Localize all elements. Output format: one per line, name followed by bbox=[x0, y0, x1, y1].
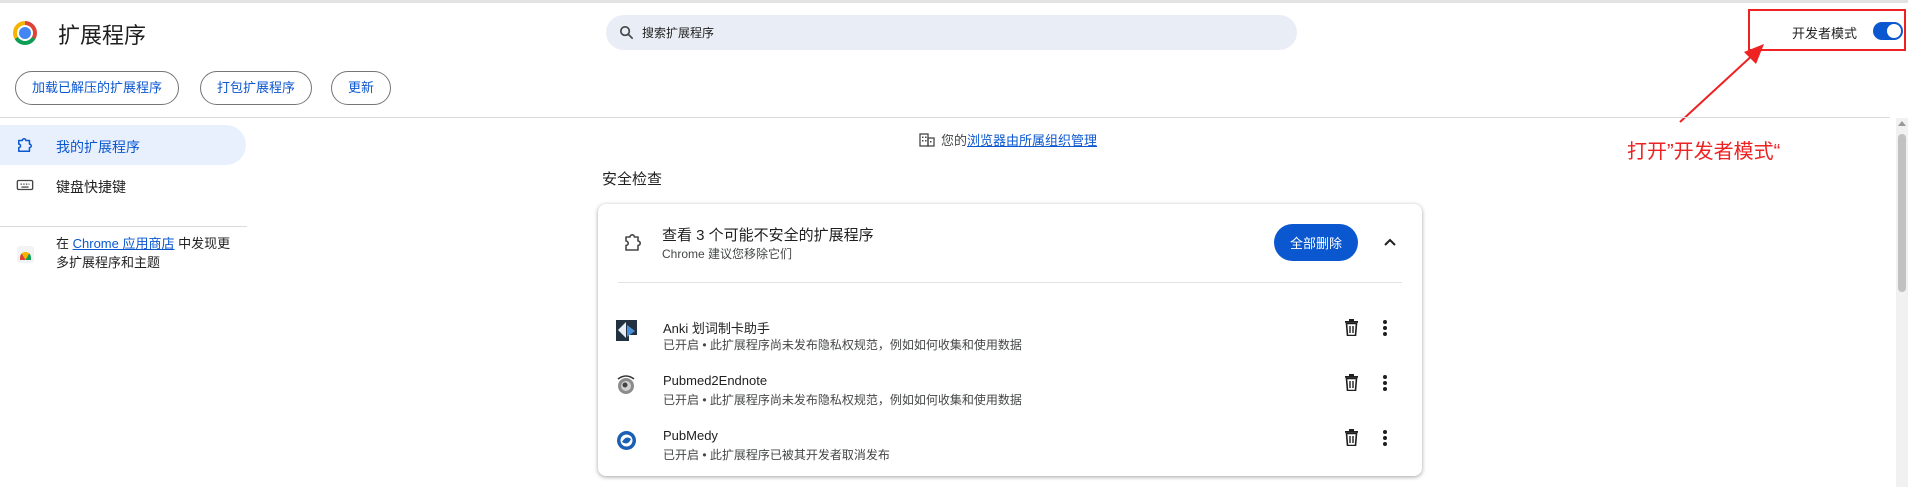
card-divider bbox=[618, 282, 1402, 283]
safety-title: 查看 3 个可能不安全的扩展程序 bbox=[662, 227, 874, 244]
search-bar[interactable] bbox=[606, 15, 1297, 50]
extension-name: Pubmed2Endnote bbox=[663, 373, 768, 388]
more-options-icon[interactable] bbox=[1382, 429, 1388, 447]
pack-extension-button[interactable]: 打包扩展程序 bbox=[200, 71, 313, 105]
sidebar-item-label: 我的扩展程序 bbox=[56, 139, 140, 155]
scrollbar-thumb[interactable] bbox=[1898, 134, 1906, 292]
extension-status: 已开启 • 此扩展程序尚未发布隐私权规范，例如如何收集和使用数据 bbox=[663, 393, 1022, 407]
update-button[interactable]: 更新 bbox=[331, 71, 392, 105]
safety-subtitle: Chrome 建议您移除它们 bbox=[662, 247, 793, 261]
page-scrollbar[interactable] bbox=[1896, 118, 1908, 487]
more-options-icon[interactable] bbox=[1382, 319, 1388, 337]
search-input[interactable] bbox=[640, 22, 1240, 44]
sidebar-item-keyboard-shortcuts[interactable]: 键盘快捷键 bbox=[0, 165, 246, 205]
web-store-link[interactable]: Chrome 应用商店 bbox=[73, 236, 175, 251]
sidebar-item-my-extensions[interactable]: 我的扩展程序 bbox=[0, 125, 246, 165]
annotation-highlight-box bbox=[1748, 9, 1906, 51]
safety-check-card: 查看 3 个可能不安全的扩展程序 Chrome 建议您移除它们 全部删除 Ank… bbox=[598, 204, 1422, 476]
trash-icon[interactable] bbox=[1344, 319, 1359, 336]
chevron-up-icon[interactable] bbox=[1382, 234, 1398, 250]
page-title: 扩展程序 bbox=[58, 23, 147, 48]
trash-icon[interactable] bbox=[1344, 429, 1359, 446]
web-store-promo: 在 Chrome 应用商店 中发现更多扩展程序和主题 bbox=[56, 234, 241, 272]
building-icon bbox=[919, 133, 935, 147]
keyboard-icon bbox=[16, 179, 34, 191]
header-divider bbox=[0, 117, 1890, 118]
sidebar-divider bbox=[0, 226, 247, 227]
extension-name: PubMedy bbox=[663, 428, 718, 443]
top-border bbox=[0, 0, 1908, 3]
managed-notice: 您的浏览器由所属组织管理 bbox=[919, 130, 1097, 149]
extension-row: PubMedy 已开启 • 此扩展程序已被其开发者取消发布 bbox=[598, 425, 1422, 475]
load-unpacked-button[interactable]: 加载已解压的扩展程序 bbox=[15, 71, 180, 105]
extension-row: Pubmed2Endnote 已开启 • 此扩展程序尚未发布隐私权规范，例如如何… bbox=[598, 370, 1422, 420]
more-options-icon[interactable] bbox=[1382, 374, 1388, 392]
extension-name: Anki 划词制卡助手 bbox=[663, 321, 770, 336]
store-prefix: 在 bbox=[56, 236, 73, 251]
remove-all-button[interactable]: 全部删除 bbox=[1274, 224, 1358, 261]
extension-status: 已开启 • 此扩展程序已被其开发者取消发布 bbox=[663, 448, 890, 462]
pubmedy-extension-icon bbox=[617, 431, 636, 450]
chrome-logo-icon bbox=[13, 21, 37, 45]
puzzle-warning-icon bbox=[625, 234, 641, 251]
extension-row: Anki 划词制卡助手 已开启 • 此扩展程序尚未发布隐私权规范，例如如何收集和… bbox=[598, 315, 1422, 365]
managed-prefix: 您的 bbox=[941, 133, 968, 148]
web-store-icon bbox=[17, 246, 34, 263]
managed-link[interactable]: 浏览器由所属组织管理 bbox=[967, 133, 1097, 148]
trash-icon[interactable] bbox=[1344, 374, 1359, 391]
extension-status: 已开启 • 此扩展程序尚未发布隐私权规范，例如如何收集和使用数据 bbox=[663, 338, 1022, 352]
scroll-up-arrow-icon[interactable] bbox=[1898, 121, 1906, 126]
anki-extension-icon bbox=[616, 320, 637, 341]
section-title: 安全检查 bbox=[602, 171, 663, 188]
annotation-text: 打开”开发者模式“ bbox=[1627, 141, 1781, 163]
search-icon bbox=[619, 25, 634, 40]
pubmed2endnote-extension-icon bbox=[617, 375, 635, 394]
puzzle-icon bbox=[18, 138, 32, 152]
sidebar-item-label: 键盘快捷键 bbox=[56, 179, 126, 195]
